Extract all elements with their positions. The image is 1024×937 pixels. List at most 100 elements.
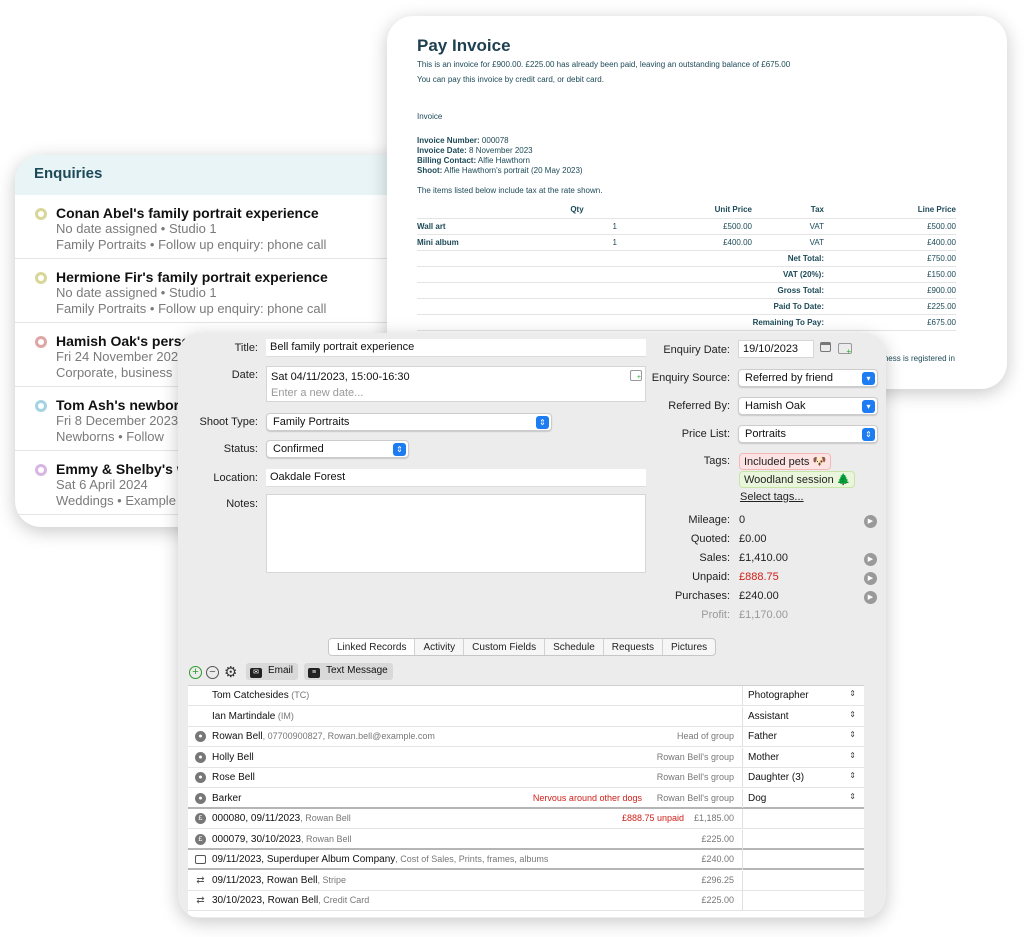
enquiry-date-field[interactable]: 19/10/2023 xyxy=(738,340,814,358)
record-group: Head of group xyxy=(676,731,734,741)
unpaid-amount: £888.75 unpaid xyxy=(621,813,684,823)
purchase-detail: , Cost of Sales, Prints, frames, albums xyxy=(395,854,549,864)
title-field[interactable]: Bell family portrait experience xyxy=(266,339,646,357)
chevron-updown-icon: ⇕ xyxy=(849,750,856,760)
shoot-editor: Title: Bell family portrait experience D… xyxy=(178,333,886,918)
referred-by-popup[interactable]: Hamish Oak ▾ xyxy=(738,397,878,415)
invoice-ref: 000080, 09/11/2023 xyxy=(212,813,301,824)
line-price: £500.00 xyxy=(824,218,956,235)
record-name: Holly Bell xyxy=(212,751,254,763)
invoice-icon: £ xyxy=(195,813,206,824)
invoice-icon: £ xyxy=(195,833,206,845)
referred-by-label: Referred By: xyxy=(668,400,730,412)
line-tax: VAT xyxy=(752,234,824,251)
table-row[interactable]: ● Barker Nervous around other dogs Rowan Be… xyxy=(188,788,864,809)
status-dot-icon xyxy=(35,464,47,476)
tag-chip[interactable]: Woodland session 🌲 xyxy=(739,471,856,488)
record-name: Tom Catchesides xyxy=(212,690,289,701)
transfer-icon: ⇄ xyxy=(196,895,205,906)
table-row[interactable]: Ian Martindale (IM) Assistant ⇕ xyxy=(188,706,864,727)
chevron-updown-icon: ⇕ xyxy=(849,709,856,719)
table-row[interactable]: ● Holly Bell Rowan Bell's group Mother ⇕ xyxy=(188,747,864,768)
invoice-total-row: VAT (20%): £150.00 xyxy=(417,266,956,283)
record-detail: (TC) xyxy=(288,690,310,700)
person-icon: ● xyxy=(195,751,206,763)
go-arrow-icon[interactable]: ▶ xyxy=(864,572,877,585)
enquiry-title: Hermione Fir's family portrait experienc… xyxy=(56,269,328,285)
price-list-popup[interactable]: Portraits ⇕ xyxy=(738,425,878,443)
person-icon: ● xyxy=(195,792,206,804)
shoot-type-popup[interactable]: Family Portraits ⇕ xyxy=(266,413,552,431)
tab-requests[interactable]: Requests xyxy=(604,639,664,655)
table-row[interactable]: ⇄ 30/10/2023, Rowan Bell, Credit Card £225… xyxy=(188,891,864,911)
invoice-total-row: Net Total: £750.00 xyxy=(417,250,956,267)
remove-icon[interactable]: − xyxy=(206,666,219,679)
invoice-line-row: Mini album 1 £400.00 VAT £400.00 xyxy=(417,234,956,251)
role-popup[interactable]: Dog ⇕ xyxy=(742,788,864,808)
chevron-updown-icon: ⇕ xyxy=(536,416,549,429)
text-message-button[interactable]: ≡ Text Message xyxy=(304,663,393,680)
go-arrow-icon[interactable]: ▶ xyxy=(864,591,877,604)
financial-value: £240.00 xyxy=(739,590,779,602)
status-dot-icon xyxy=(35,272,47,284)
add-icon[interactable]: + xyxy=(189,666,202,679)
role-popup[interactable]: Mother ⇕ xyxy=(742,747,864,767)
financial-label: Quoted: xyxy=(690,533,730,545)
table-row[interactable]: £000080, 09/11/2023, Rowan Bell £888.75 u… xyxy=(188,809,864,829)
invoice-total-row: Gross Total: £900.00 xyxy=(417,282,956,299)
role-popup[interactable]: Father ⇕ xyxy=(742,727,864,746)
tab-pictures[interactable]: Pictures xyxy=(663,639,715,655)
payment-amount: £296.25 xyxy=(701,874,734,885)
tab-activity[interactable]: Activity xyxy=(415,639,465,655)
table-row[interactable]: ● Rowan Bell, 07700900827, Rowan.bell@exa… xyxy=(188,727,864,747)
financial-label: Mileage: xyxy=(688,514,730,526)
select-tags-link[interactable]: Select tags... xyxy=(740,491,804,503)
invoice-footer-fragment: ness is registered in xyxy=(883,354,955,363)
line-unit: £500.00 xyxy=(617,218,752,235)
status-popup[interactable]: Confirmed ⇕ xyxy=(266,440,409,458)
invoice-total-row: Paid To Date: £225.00 xyxy=(417,298,956,315)
table-row[interactable]: ● Rose Bell Rowan Bell's group Daughter (3)… xyxy=(188,768,864,788)
table-row[interactable]: Tom Catchesides (TC) Photographer ⇕ xyxy=(188,686,864,706)
role-popup[interactable]: Photographer ⇕ xyxy=(742,686,864,705)
table-row[interactable]: £000079, 30/10/2023, Rowan Bell £225.00 xyxy=(188,829,864,850)
email-button[interactable]: ✉ Email xyxy=(246,663,299,680)
enquiry-list-item[interactable]: Conan Abel's family portrait experience N… xyxy=(15,195,435,259)
enquiry-line2: Family Portraits • Follow up enquiry: ph… xyxy=(56,301,327,316)
total-label: Remaining To Pay: xyxy=(617,314,824,331)
tab-custom-fields[interactable]: Custom Fields xyxy=(464,639,546,655)
total-label: Net Total: xyxy=(617,250,824,267)
col-unit-price: Unit Price xyxy=(617,202,752,219)
chevron-down-icon: ▾ xyxy=(862,400,875,413)
payment-name: 09/11/2023, Rowan Bell xyxy=(212,874,318,886)
calendar-icon[interactable] xyxy=(820,342,831,352)
go-arrow-icon[interactable]: ▶ xyxy=(864,553,877,566)
line-item: Mini album xyxy=(417,234,537,251)
col-qty: Qty xyxy=(537,202,617,219)
tab-schedule[interactable]: Schedule xyxy=(545,639,604,655)
role-popup[interactable]: Daughter (3) ⇕ xyxy=(742,768,864,787)
notes-field[interactable] xyxy=(266,494,646,573)
gear-icon[interactable]: ⚙ xyxy=(224,663,237,681)
line-qty: 1 xyxy=(537,218,617,235)
add-date-icon[interactable]: + xyxy=(838,343,852,356)
role-popup[interactable]: Assistant ⇕ xyxy=(742,706,864,726)
enquiry-source-popup[interactable]: Referred by friend ▾ xyxy=(738,369,878,387)
table-row[interactable]: 09/11/2023, Superduper Album Company, Co… xyxy=(188,850,864,870)
date-field[interactable]: Sat 04/11/2023, 15:00-16:30 Enter a new … xyxy=(266,366,646,402)
date-placeholder: Enter a new date... xyxy=(271,387,364,399)
total-value: £150.00 xyxy=(824,266,956,283)
go-arrow-icon[interactable]: ▶ xyxy=(864,515,877,528)
card-icon xyxy=(195,855,206,864)
invoice-line-row: Wall art 1 £500.00 VAT £500.00 xyxy=(417,218,956,235)
tab-linked-records[interactable]: Linked Records xyxy=(329,639,416,655)
table-row[interactable]: ⇄ 09/11/2023, Rowan Bell, Stripe £296.25 xyxy=(188,870,864,891)
location-field[interactable]: Oakdale Forest xyxy=(266,469,646,487)
total-value: £750.00 xyxy=(824,250,956,267)
tag-chip[interactable]: Included pets 🐶 xyxy=(739,453,832,470)
purchase-name: 09/11/2023, Superduper Album Company xyxy=(212,854,396,865)
enquiry-list-item[interactable]: Hermione Fir's family portrait experienc… xyxy=(15,259,435,323)
status-dot-icon xyxy=(35,400,47,412)
enquiry-line2: Family Portraits • Follow up enquiry: ph… xyxy=(56,237,327,252)
enquiry-source-label: Enquiry Source: xyxy=(651,372,730,384)
